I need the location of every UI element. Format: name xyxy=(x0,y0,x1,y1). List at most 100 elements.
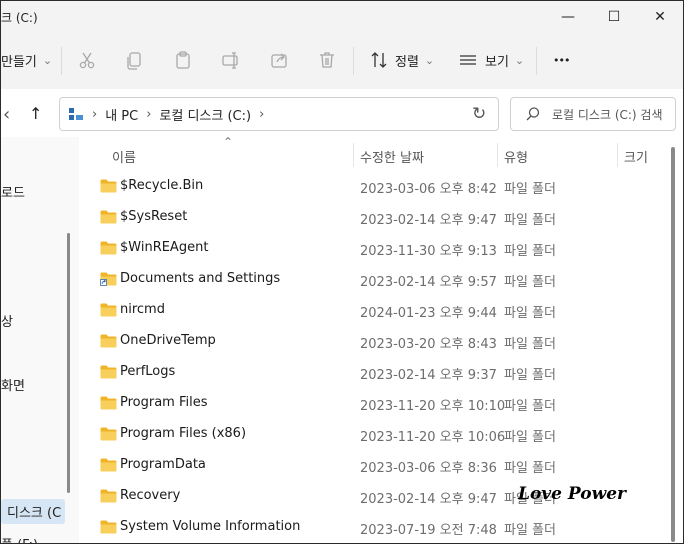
folder-icon xyxy=(100,210,117,224)
maximize-button[interactable]: ☐ xyxy=(591,1,637,33)
clipboard-icon xyxy=(176,51,190,69)
scrollbar-thumb[interactable] xyxy=(671,147,675,542)
view-label: 보기 xyxy=(485,54,509,70)
new-button[interactable]: 만들기 ⌄ xyxy=(1,45,52,75)
address-bar[interactable]: › 내 PC › 로컬 디스크 (C:) › ↻ xyxy=(59,97,499,131)
window-title: 크 (C:) xyxy=(1,11,38,25)
sidebar-item-local-disk[interactable]: 디스크 (C xyxy=(1,499,66,524)
file-type: 파일 폴더 xyxy=(504,430,556,445)
share-icon xyxy=(271,53,287,68)
file-modified-date: 2023-02-14 오후 9:47 xyxy=(360,213,497,228)
file-list: 이름 ⌃ 수정한 날짜 유형 크기 $Recycle.Bin 2023-03-06… xyxy=(89,137,667,543)
toolbar-divider xyxy=(536,47,537,75)
sort-arrow-icon: ⌃ xyxy=(223,137,234,149)
refresh-icon[interactable]: ↻ xyxy=(472,99,486,129)
breadcrumb-separator: › xyxy=(92,106,98,122)
share-button[interactable] xyxy=(269,45,289,75)
cut-button[interactable] xyxy=(77,45,97,75)
chevron-down-icon: ⌄ xyxy=(424,53,435,67)
file-modified-date: 2023-03-06 오후 8:42 xyxy=(360,182,497,197)
column-header-name[interactable]: 이름 xyxy=(112,147,136,166)
file-modified-date: 2023-03-06 오후 8:36 xyxy=(360,461,497,476)
file-name: $SysReset xyxy=(120,209,188,224)
back-arrow-icon[interactable]: ‹ xyxy=(3,99,10,129)
file-modified-date: 2023-11-20 오후 10:10 xyxy=(360,399,506,414)
file-row[interactable]: PerfLogs 2023-02-14 오후 9:37 파일 폴더 xyxy=(89,357,667,388)
view-list-icon xyxy=(460,55,476,65)
column-header-modified[interactable]: 수정한 날짜 xyxy=(360,147,424,166)
trash-icon xyxy=(320,52,334,68)
watermark: Love Power xyxy=(518,484,626,504)
more-options-button[interactable]: ••• xyxy=(553,45,570,75)
sidebar-item-desktop[interactable]: 화면 xyxy=(1,375,25,394)
breadcrumb: › 내 PC › 로컬 디스크 (C:) › xyxy=(60,98,264,130)
column-divider[interactable] xyxy=(617,143,618,167)
file-row[interactable]: Program Files (x86) 2023-11-20 오후 10:06 파일… xyxy=(89,419,667,450)
file-name: Documents and Settings xyxy=(120,271,281,286)
file-row[interactable]: OneDriveTemp 2023-03-20 오후 8:43 파일 폴더 xyxy=(89,326,667,357)
file-modified-date: 2023-02-14 오후 9:57 xyxy=(360,275,497,290)
up-arrow-icon[interactable]: ↑ xyxy=(29,98,42,128)
file-type: 파일 폴더 xyxy=(504,182,556,197)
file-name: OneDriveTemp xyxy=(120,333,216,348)
minimize-button[interactable]: — xyxy=(545,1,591,33)
file-name: System Volume Information xyxy=(120,519,301,534)
view-button[interactable]: 보기 ⌄ xyxy=(459,45,524,75)
file-type: 파일 폴더 xyxy=(504,306,556,321)
file-name: Program Files (x86) xyxy=(120,426,247,441)
file-type: 파일 폴더 xyxy=(504,368,556,383)
file-type: 파일 폴더 xyxy=(504,399,556,414)
folder-icon xyxy=(100,179,117,193)
file-name: $Recycle.Bin xyxy=(120,178,204,193)
file-name: ProgramData xyxy=(120,457,206,472)
delete-button[interactable] xyxy=(317,45,337,75)
file-type: 파일 폴더 xyxy=(504,244,556,259)
pc-icon xyxy=(69,108,83,120)
file-row[interactable]: $WinREAgent 2023-11-30 오후 9:13 파일 폴더 xyxy=(89,233,667,264)
column-header-size[interactable]: 크기 xyxy=(624,147,648,166)
close-button[interactable]: ✕ xyxy=(637,1,683,33)
file-type: 파일 폴더 xyxy=(504,523,556,538)
file-type: 파일 폴더 xyxy=(504,275,556,290)
file-row[interactable]: System Volume Information 2023-07-19 오전 7… xyxy=(89,512,667,543)
file-modified-date: 2023-11-20 오후 10:06 xyxy=(360,430,506,445)
sort-button[interactable]: 정렬 ⌄ xyxy=(369,45,434,75)
file-row[interactable]: $SysReset 2023-02-14 오후 9:47 파일 폴더 xyxy=(89,202,667,233)
file-modified-date: 2023-11-30 오후 9:13 xyxy=(360,244,497,259)
column-divider[interactable] xyxy=(353,143,354,167)
column-header-type[interactable]: 유형 xyxy=(504,147,528,166)
file-list-scrollbar[interactable] xyxy=(667,137,683,543)
copy-icon xyxy=(127,52,141,70)
file-row[interactable]: nircmd 2024-01-23 오후 9:44 파일 폴더 xyxy=(89,295,667,326)
sort-label: 정렬 xyxy=(395,54,419,70)
file-row[interactable]: Documents and Settings 2023-02-14 오후 9:57… xyxy=(89,264,667,295)
file-modified-date: 2023-02-14 오후 9:37 xyxy=(360,368,497,383)
file-row[interactable]: ProgramData 2023-03-06 오후 8:36 파일 폴더 xyxy=(89,450,667,481)
breadcrumb-this-pc[interactable]: 내 PC xyxy=(105,105,138,124)
breadcrumb-local-disk[interactable]: 로컬 디스크 (C:) xyxy=(159,105,251,124)
search-placeholder: 로컬 디스크 (C:) 검색 xyxy=(552,108,663,122)
column-divider[interactable] xyxy=(497,143,498,167)
breadcrumb-separator: › xyxy=(259,106,265,122)
file-row[interactable]: Program Files 2023-11-20 오후 10:10 파일 폴더 xyxy=(89,388,667,419)
file-row[interactable]: $Recycle.Bin 2023-03-06 오후 8:42 파일 폴더 xyxy=(89,171,667,202)
folder-icon xyxy=(100,489,117,503)
file-type: 파일 폴더 xyxy=(504,213,556,228)
sidebar-item-drive-f[interactable]: 플 (F:) xyxy=(1,534,38,543)
sidebar-item-videos[interactable]: 상 xyxy=(1,311,13,330)
sidebar-item-downloads[interactable]: 로드 xyxy=(1,182,25,201)
paste-button[interactable] xyxy=(173,45,193,75)
file-explorer-window: 크 (C:) — ☐ ✕ 만들기 ⌄ 정렬 ⌄ 보기 ⌄ ••• ‹ ↑ › 내… xyxy=(0,0,684,544)
breadcrumb-separator: › xyxy=(146,106,152,122)
folder-icon xyxy=(100,241,117,255)
folder-shortcut-icon xyxy=(100,272,117,286)
search-box[interactable]: 로컬 디스크 (C:) 검색 xyxy=(510,97,676,131)
file-name: PerfLogs xyxy=(120,364,176,379)
copy-button[interactable] xyxy=(125,45,145,75)
file-name: Program Files xyxy=(120,395,208,410)
navigation-pane-scrollbar[interactable] xyxy=(67,233,70,493)
toolbar-divider xyxy=(61,47,62,75)
file-modified-date: 2023-03-20 오후 8:43 xyxy=(360,337,497,352)
chevron-down-icon: ⌄ xyxy=(514,53,525,67)
rename-button[interactable] xyxy=(221,45,241,75)
